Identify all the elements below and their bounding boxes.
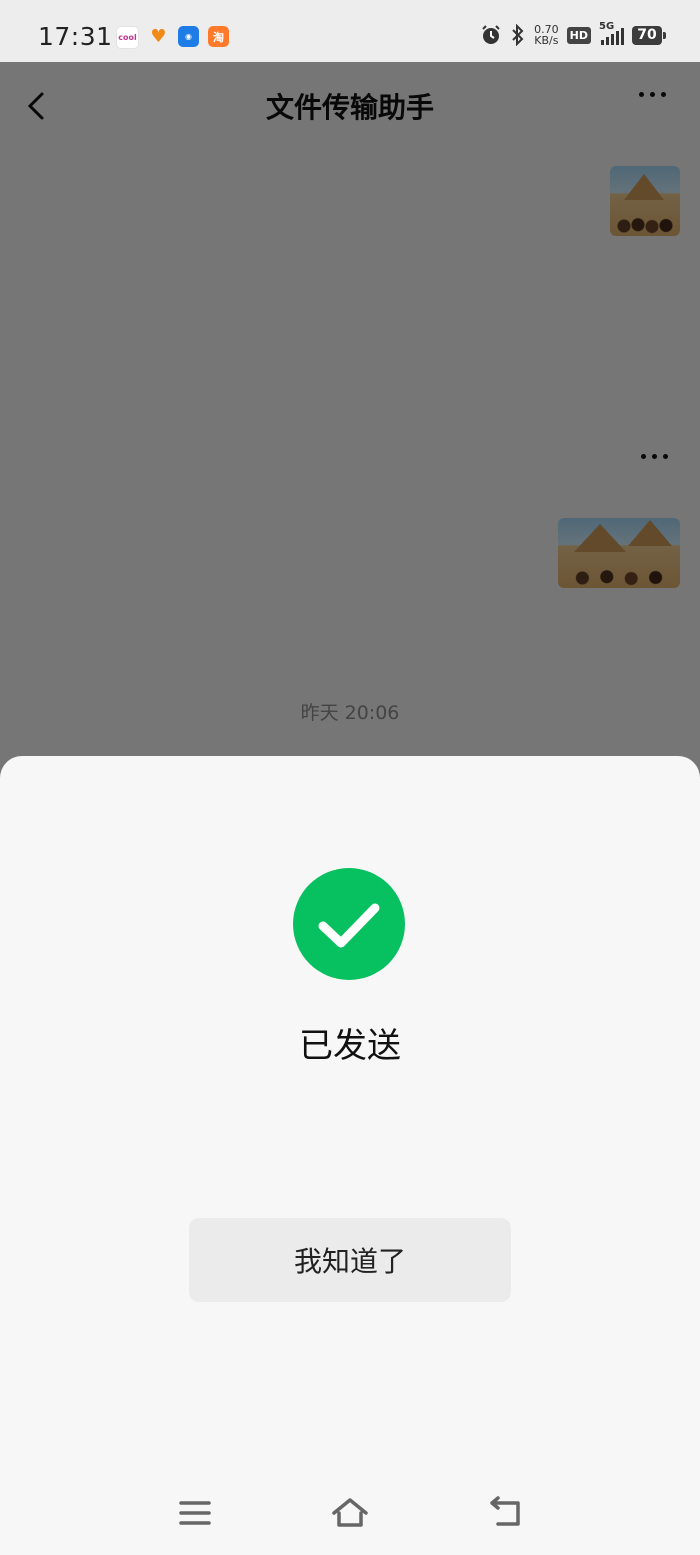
menu-button[interactable] [175,1495,215,1531]
sent-confirmation-sheet: 已发送 我知道了 [0,756,700,1555]
got-it-button[interactable]: 我知道了 [189,1218,511,1302]
cool-app-icon: cool [116,26,139,49]
home-icon [332,1498,368,1527]
alarm-icon [482,25,500,44]
notification-icons: cool ♥ ◉ 淘 [116,26,229,49]
network-speed: 0.70 KB/s [534,23,559,47]
bluetooth-icon [512,24,524,46]
robot-app-icon: ◉ [178,26,199,47]
network-type: 5G [599,21,615,32]
hd-badge: HD [566,26,591,44]
status-indicators: 0.70 KB/s HD 5G 70 [480,21,666,47]
status-bar: 17:31 cool ♥ ◉ 淘 0.70 KB/s HD 5G 70 [0,0,700,62]
home-button[interactable] [330,1495,370,1531]
heart-app-icon: ♥ [150,26,167,47]
system-navigation-bar [0,1483,700,1543]
menu-icon [179,1501,211,1525]
back-nav-button[interactable] [486,1495,526,1531]
sent-message: 已发送 [299,1026,401,1066]
status-time: 17:31 [38,22,113,51]
check-circle-icon [293,868,405,980]
back-icon [490,1496,520,1526]
taobao-app-icon: 淘 [208,26,229,47]
battery-icon: 70 [632,25,666,45]
signal-icon: 5G [599,21,624,45]
